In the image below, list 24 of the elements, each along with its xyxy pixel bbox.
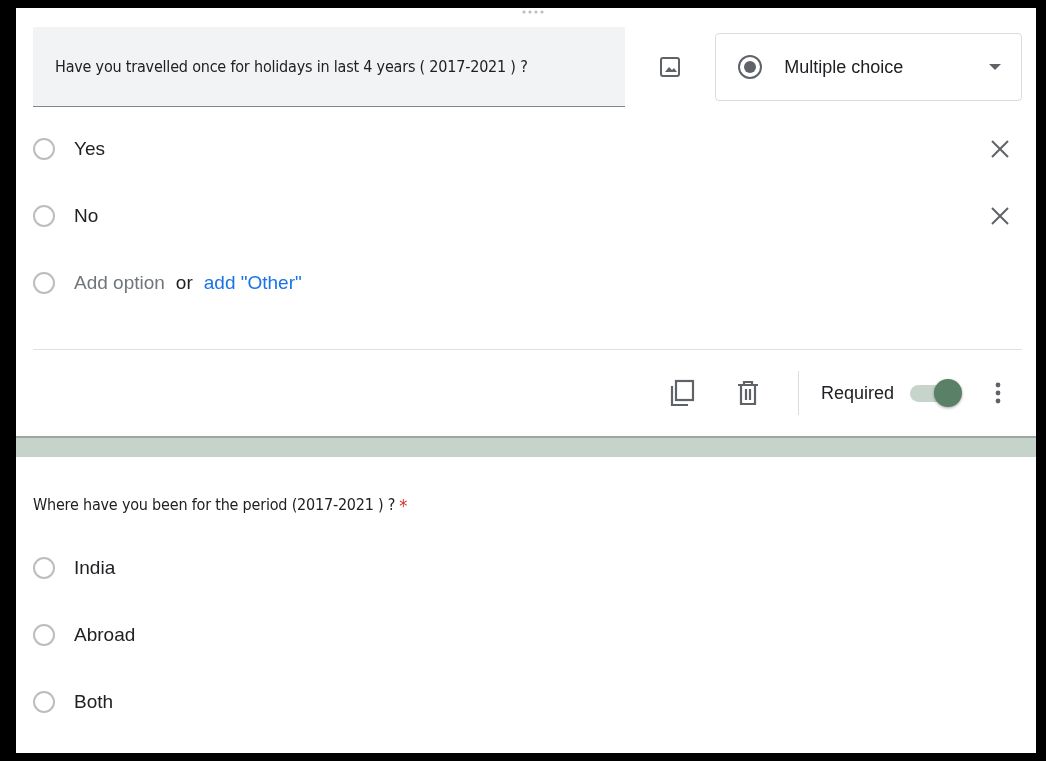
radio-button[interactable] [33,690,55,713]
question-type-select[interactable]: Multiple choice [715,33,1022,101]
or-text: or [175,271,193,294]
required-toggle[interactable] [910,378,964,408]
radio-button[interactable] [33,137,55,160]
add-other-link[interactable]: add "Other" [203,271,302,294]
add-option-field[interactable]: Add option [74,271,165,294]
question-text: Where have you been for the period (2017-2021 ) ? [33,495,396,516]
radio-button[interactable] [33,204,55,227]
close-icon[interactable] [990,205,1010,226]
question-field[interactable]: Have you travelled once for holidays in last 4 years ( 2017-2021 ) ? [33,27,626,107]
option-text[interactable]: No [74,204,99,227]
option-text: India [74,556,116,579]
close-icon[interactable] [990,138,1010,159]
radio-icon [736,53,765,81]
required-mark: * [399,495,408,516]
required-label: Required [820,382,894,404]
radio-button[interactable] [33,556,55,579]
option-text[interactable]: Yes [74,137,105,160]
option-text: Both [74,690,114,713]
option-text: Abroad [74,623,136,646]
drag-handle-icon[interactable] [521,8,545,16]
caret-icon [989,64,1001,70]
radio-button[interactable] [33,623,55,646]
